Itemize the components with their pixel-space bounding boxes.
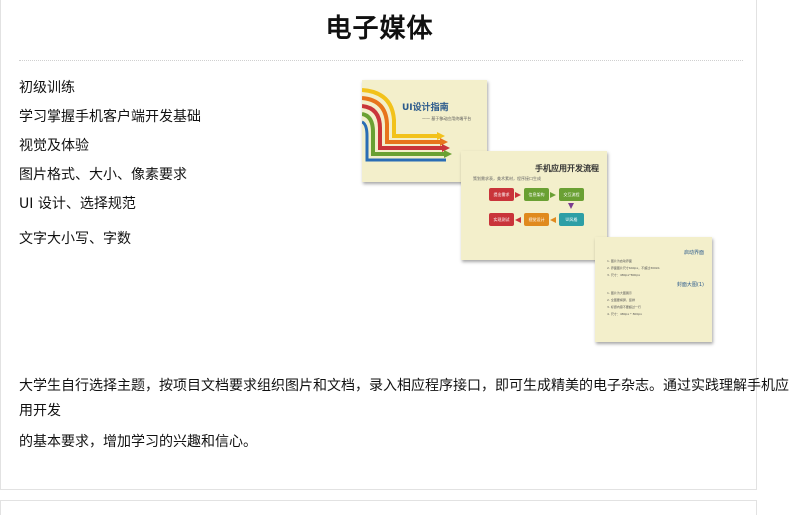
topic-item: 初级训练 — [19, 80, 75, 96]
slide-launch-screen: 启动界面 1. 图片为启动界面 2. 界面图片尺寸640px，不超过300kb … — [595, 237, 712, 342]
slide-line: 4. 尺寸：480px * 800px — [607, 312, 643, 316]
slide-line: 1. 图片为启动界面 — [607, 259, 632, 263]
slide-line: 1. 图片为大图展示 — [607, 291, 632, 295]
topic-item: 视觉及体验 — [19, 138, 89, 154]
slide-dev-flow: 手机应用开发流程 策划需求表，美术素材，程序接口生成 提出需求 信息架构 交互流… — [461, 151, 607, 260]
content-panel: 电子媒体 初级训练 学习掌握手机客户端开发基础 视觉及体验 图片格式、大小、像素… — [0, 0, 789, 490]
description-line: 大学生自行选择主题，按项目文档要求组织图片和文档，录入相应程序接口，即可生成精美… — [19, 378, 789, 419]
slide-subtitle: —— 基于移动应用终端平台 — [422, 116, 472, 121]
arrow-graphic-icon — [362, 88, 452, 162]
flow-step: 提出需求 — [489, 188, 514, 201]
title-divider — [19, 60, 743, 61]
slide-title: UI设计指南 — [402, 103, 449, 113]
flow-step: 交互流程 — [559, 188, 584, 201]
flow-step: UI风格 — [559, 213, 584, 226]
slide-subtitle: 策划需求表，美术素材，程序接口生成 — [473, 176, 541, 181]
topic-list: 初级训练 学习掌握手机客户端开发基础 视觉及体验 图片格式、大小、像素要求 UI… — [19, 78, 201, 258]
flow-step: 视觉设计 — [524, 213, 549, 226]
flow-step: 信息架构 — [524, 188, 549, 201]
slide-line: 3. 标题内容不要超过一行 — [607, 305, 641, 309]
slide-heading: 封面大图(1) — [676, 282, 704, 288]
description-line: 的基本要求，增加学习的兴趣和信心。 — [19, 434, 257, 450]
slide-heading: 启动界面 — [683, 250, 704, 256]
topic-item: 文字大小写、字数 — [19, 231, 131, 247]
slide-line: 3. 尺寸：480px*800px — [607, 273, 641, 277]
slide-line: 2. 界面图片尺寸640px，不超过300kb — [607, 266, 660, 270]
flow-step: 实现测试 — [489, 213, 514, 226]
description: 大学生自行选择主题，按项目文档要求组织图片和文档，录入相应程序接口，即可生成精美… — [19, 374, 794, 461]
slide-title: 手机应用开发流程 — [535, 164, 599, 173]
topic-item: 学习掌握手机客户端开发基础 — [19, 109, 201, 125]
page-title: 电子媒体 — [325, 14, 434, 44]
topic-item: UI 设计、选择规范 — [19, 196, 136, 212]
topic-item: 图片格式、大小、像素要求 — [19, 167, 187, 183]
slide-line: 2. 全图要横屏，竖排 — [607, 298, 635, 302]
next-panel — [0, 500, 757, 515]
